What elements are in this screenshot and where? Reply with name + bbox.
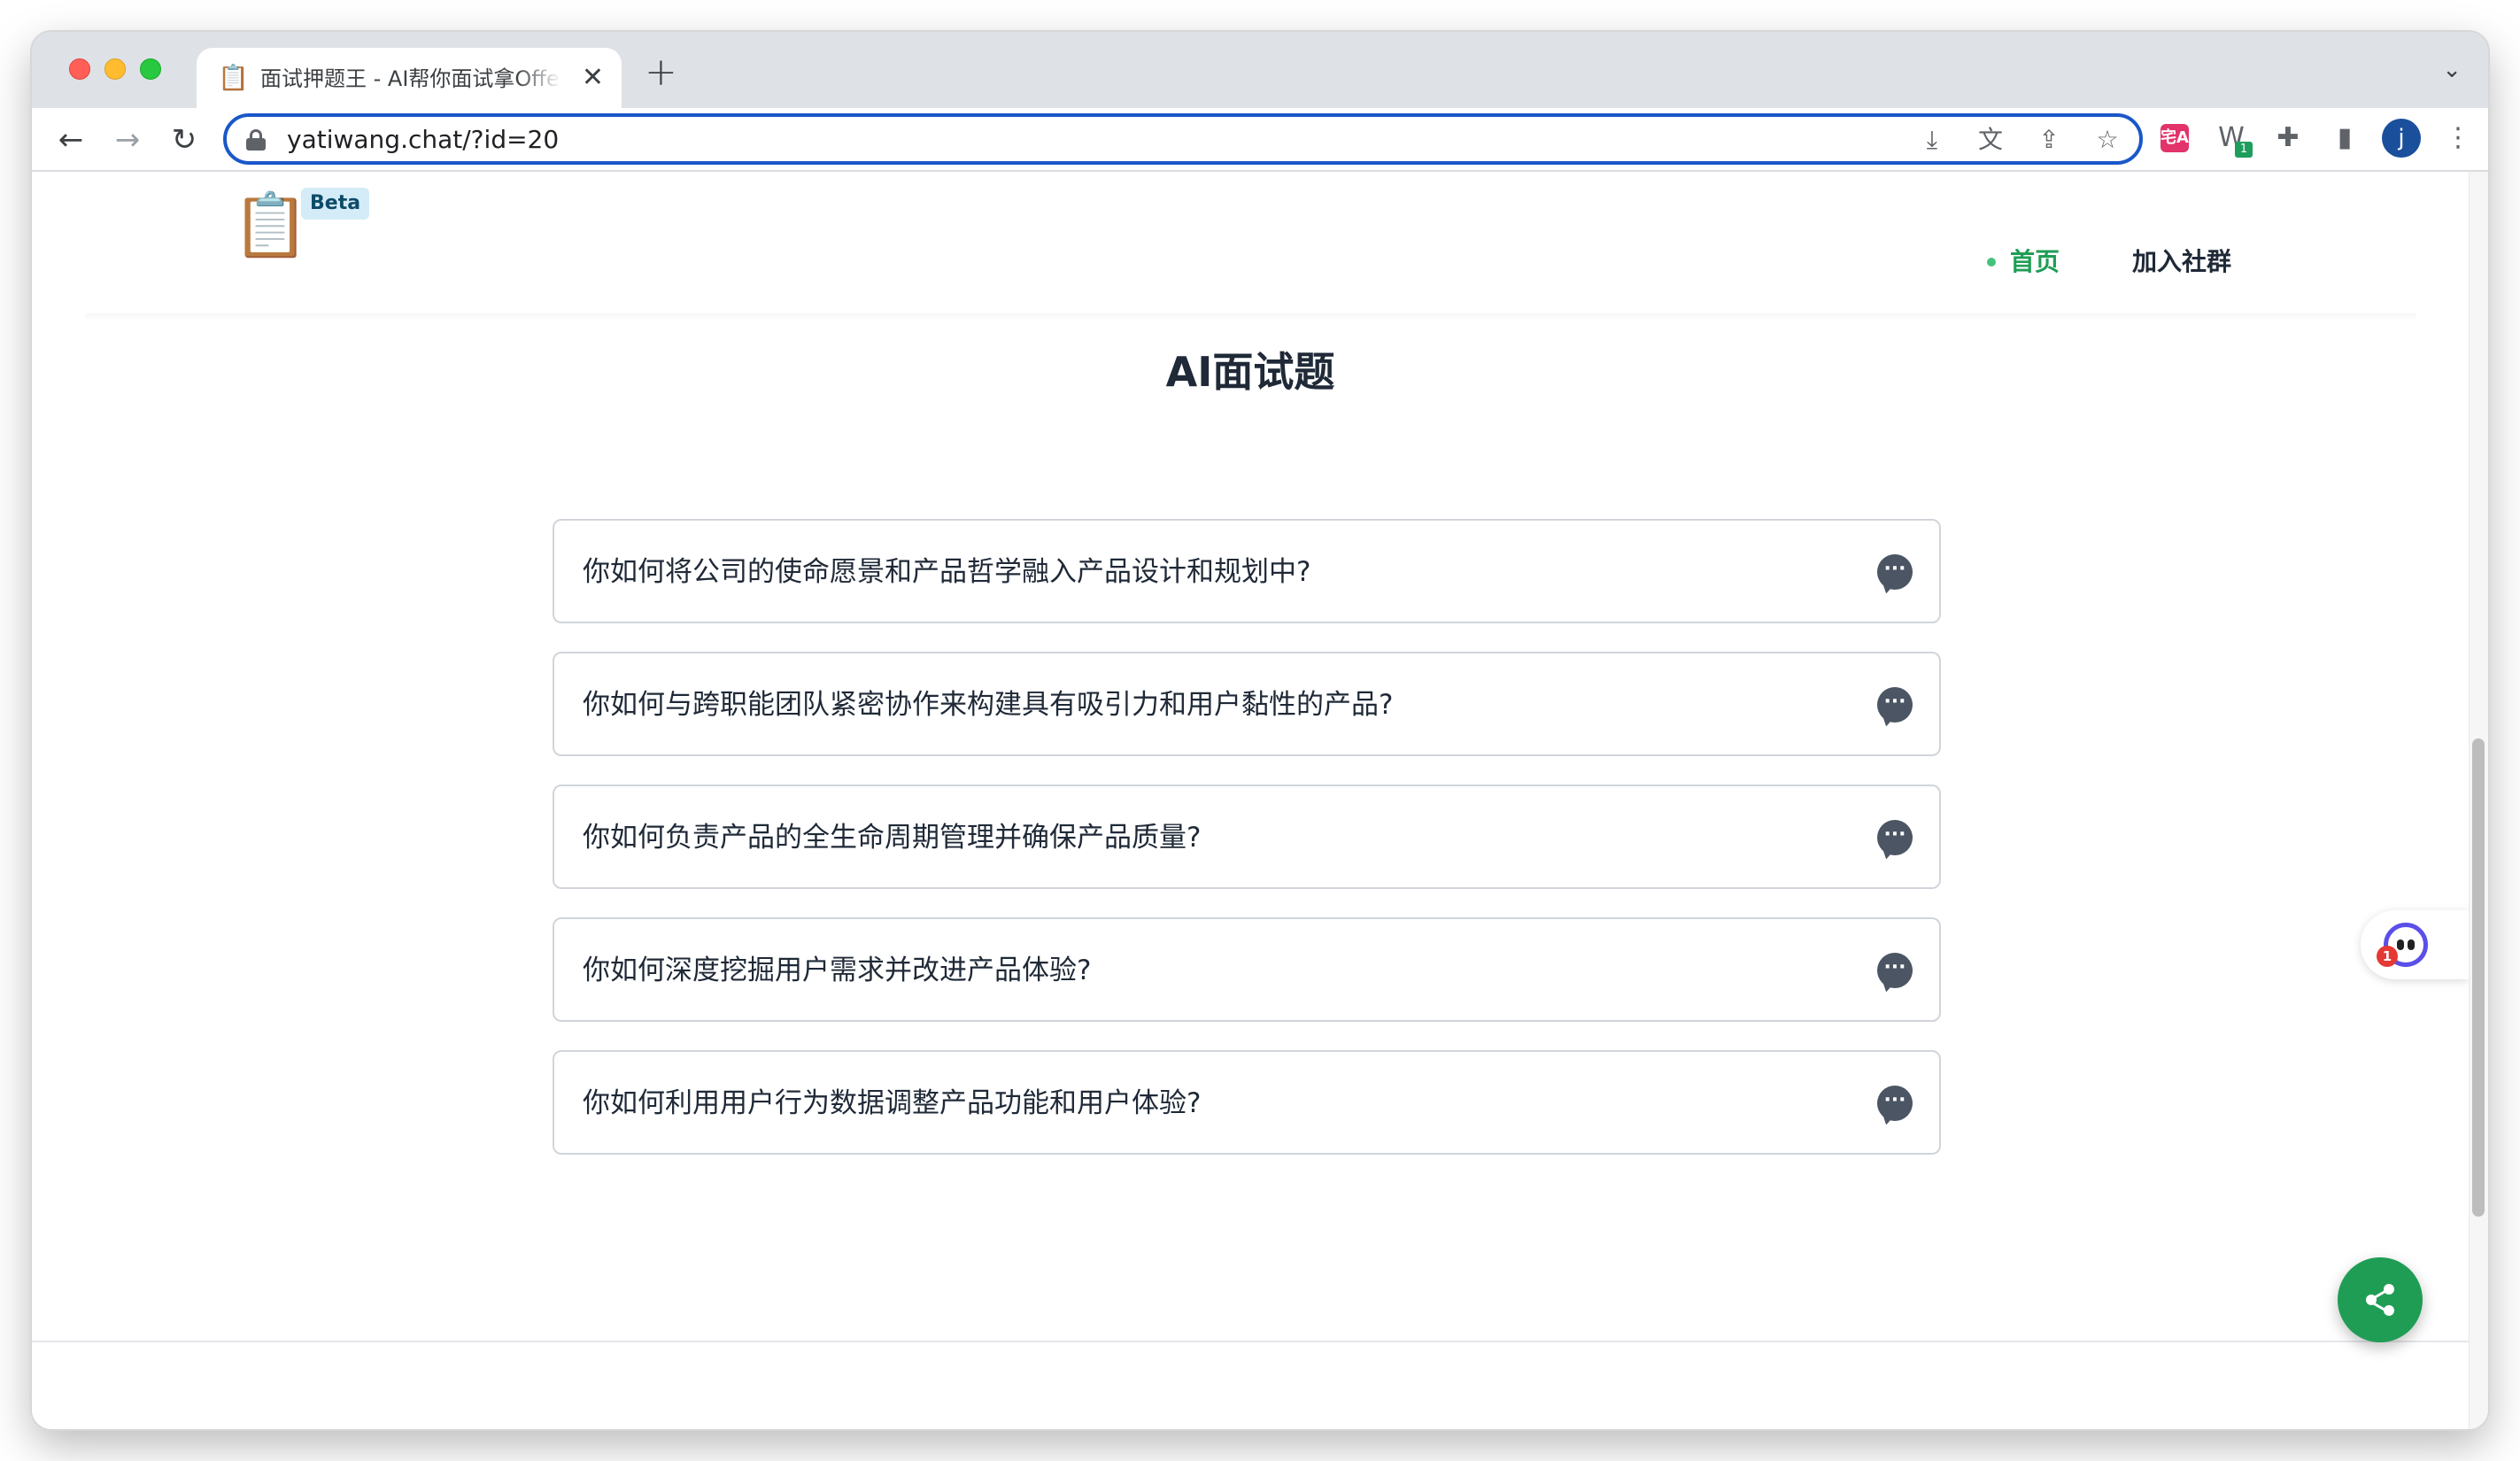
share-icon[interactable]: ⇪ — [2033, 124, 2065, 156]
tab-search-chevron-icon[interactable]: ⌄ — [2442, 57, 2462, 83]
question-card[interactable]: 你如何深度挖掘用户需求并改进产品体验? ··· — [553, 917, 1941, 1022]
w-extension-icon[interactable]: W 1 — [2212, 119, 2253, 158]
question-card[interactable]: 你如何负责产品的全生命周期管理并确保产品质量? ··· — [553, 785, 1941, 889]
question-text: 你如何与跨职能团队紧密协作来构建具有吸引力和用户黏性的产品? — [583, 689, 1394, 721]
browser-tab-active[interactable]: 📋 面试押题王 - AI帮你面试拿Offer ✕ — [197, 48, 622, 108]
share-button[interactable] — [2338, 1257, 2423, 1342]
translate-icon[interactable]: 文 — [1975, 124, 2006, 156]
page-title: AI面试题 — [1165, 348, 1335, 396]
puzzle-icon[interactable]: ✚ — [2269, 119, 2307, 158]
question-list: 你如何将公司的使命愿景和产品哲学融入产品设计和规划中? ··· 你如何与跨职能团… — [553, 519, 1941, 1183]
nav-home-link[interactable]: 首页 — [1987, 246, 2060, 278]
page-viewport: 📋 Beta 首页 加入社群 AI面试题 你如何将公司的使命愿景和产品哲学融入产… — [32, 172, 2469, 1429]
chat-bubble-icon[interactable]: ··· — [1877, 820, 1913, 855]
tab-title: 面试押题王 - AI帮你面试拿Offer — [260, 66, 561, 91]
pink-extension-icon[interactable]: 宅A — [2161, 124, 2189, 152]
url-text[interactable]: yatiwang.chat/?id=20 — [287, 124, 559, 156]
address-bar[interactable]: yatiwang.chat/?id=20 ⤓ 文 ⇪ ☆ — [223, 113, 2143, 165]
beta-badge: Beta — [301, 188, 370, 220]
chat-bubble-icon[interactable]: ··· — [1877, 1086, 1913, 1121]
question-text: 你如何负责产品的全生命周期管理并确保产品质量? — [583, 822, 1202, 854]
scrollbar-thumb[interactable] — [2472, 738, 2485, 1217]
extensions-area: 宅A W 1 ✚ ▮ j ⋮ — [2155, 119, 2477, 158]
close-window-button[interactable] — [69, 58, 90, 80]
back-button[interactable]: ← — [51, 120, 90, 159]
w-extension-badge: 1 — [2235, 142, 2253, 158]
fullscreen-window-button[interactable] — [140, 58, 161, 80]
chat-bubble-icon[interactable]: ··· — [1877, 687, 1913, 723]
browser-toolbar: ← → ↻ yatiwang.chat/?id=20 ⤓ 文 ⇪ ☆ 宅A W … — [32, 108, 2488, 172]
header-divider — [85, 313, 2416, 321]
kebab-menu-icon[interactable]: ⋮ — [2439, 119, 2477, 158]
browser-window: 📋 面试押题王 - AI帮你面试拿Offer ✕ + ⌄ ← → ↻ yatiw… — [32, 32, 2488, 1429]
chat-bubble-icon[interactable]: ··· — [1877, 554, 1913, 590]
site-header: 📋 Beta 首页 加入社群 — [32, 172, 2469, 321]
side-panel-icon[interactable]: ▮ — [2325, 119, 2364, 158]
nav-home-label: 首页 — [2010, 247, 2060, 276]
question-text: 你如何将公司的使命愿景和产品哲学融入产品设计和规划中? — [583, 556, 1311, 588]
assistant-floating-widget[interactable]: 1 — [2361, 910, 2469, 979]
clipboard-icon: 📋 — [218, 63, 249, 92]
clipboard-logo-icon[interactable]: 📋 — [232, 189, 309, 260]
forward-button[interactable]: → — [108, 120, 147, 159]
tab-close-icon[interactable]: ✕ — [582, 62, 604, 94]
chat-bubble-icon[interactable]: ··· — [1877, 953, 1913, 988]
question-card[interactable]: 你如何将公司的使命愿景和产品哲学融入产品设计和规划中? ··· — [553, 519, 1941, 623]
footer-divider — [32, 1341, 2469, 1342]
question-card[interactable]: 你如何与跨职能团队紧密协作来构建具有吸引力和用户黏性的产品? ··· — [553, 652, 1941, 756]
vertical-scrollbar[interactable] — [2469, 172, 2488, 1429]
share-icon — [2366, 1284, 2396, 1316]
download-icon[interactable]: ⤓ — [1916, 124, 1948, 156]
minimize-window-button[interactable] — [104, 58, 126, 80]
question-text: 你如何利用用户行为数据调整产品功能和用户体验? — [583, 1087, 1202, 1119]
tab-strip: 📋 面试押题王 - AI帮你面试拿Offer ✕ + ⌄ — [32, 32, 2488, 108]
question-text: 你如何深度挖掘用户需求并改进产品体验? — [583, 955, 1092, 986]
bookmark-star-icon[interactable]: ☆ — [2091, 124, 2123, 156]
notification-badge: 1 — [2377, 946, 2398, 967]
reload-button[interactable]: ↻ — [165, 120, 204, 159]
lock-icon[interactable] — [246, 129, 266, 151]
new-tab-button[interactable]: + — [645, 53, 677, 92]
active-dot-icon — [1987, 258, 1996, 267]
nav-join-community-link[interactable]: 加入社群 — [2132, 246, 2231, 278]
profile-avatar[interactable]: j — [2382, 119, 2421, 158]
question-card[interactable]: 你如何利用用户行为数据调整产品功能和用户体验? ··· — [553, 1050, 1941, 1155]
